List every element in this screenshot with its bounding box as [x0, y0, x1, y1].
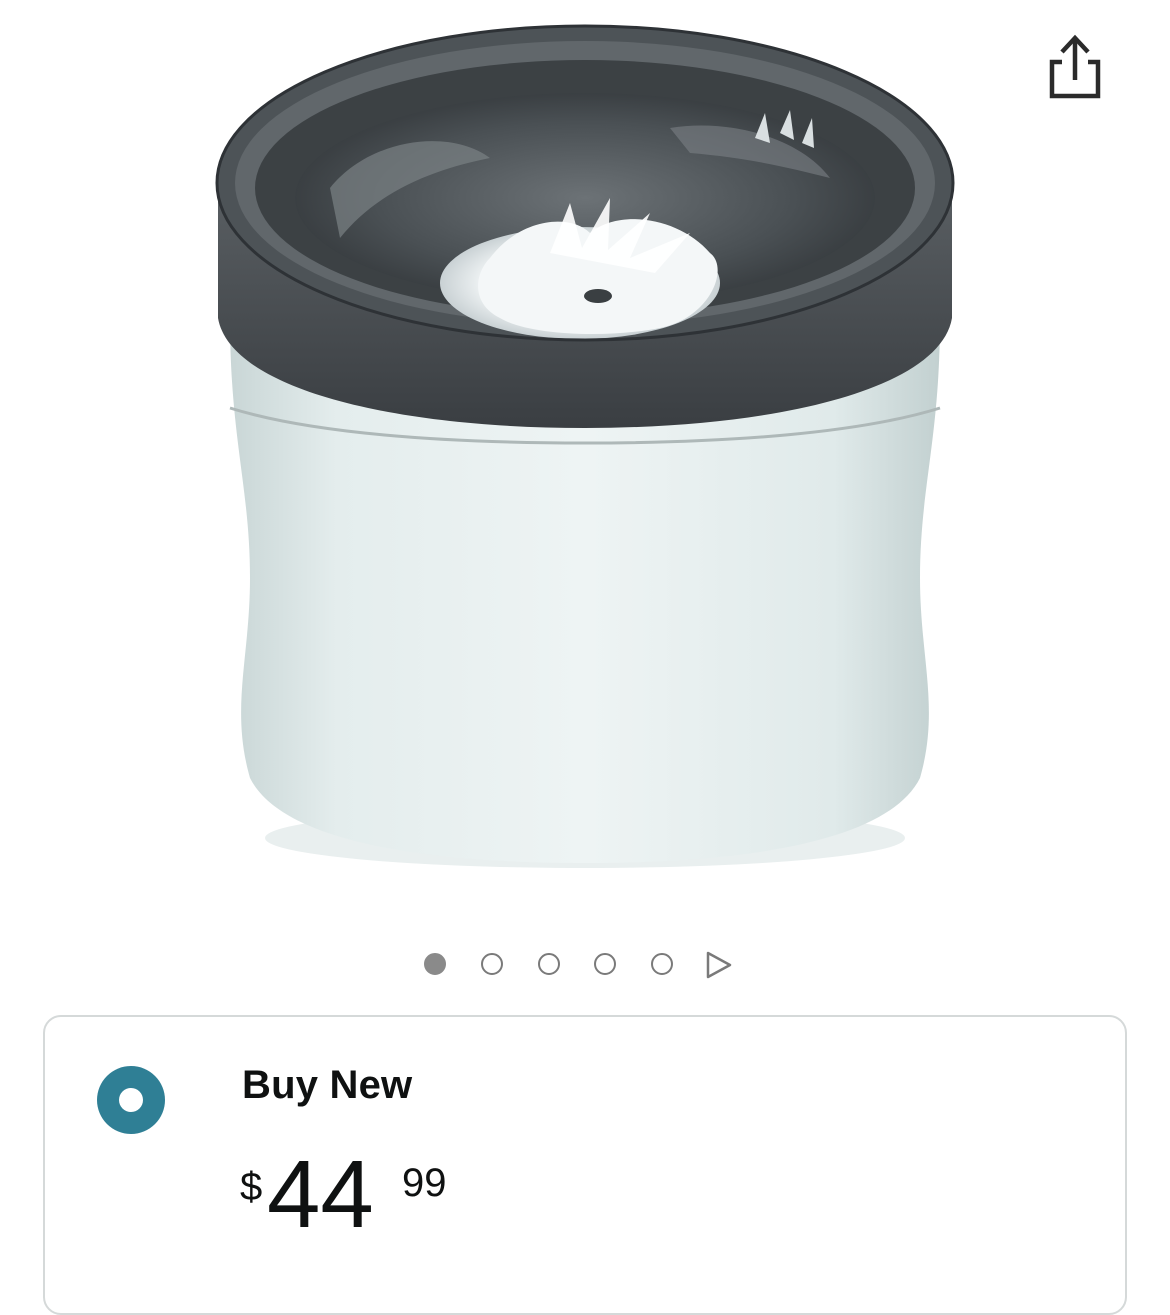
share-button[interactable]: [1040, 28, 1110, 108]
product-image[interactable]: [190, 18, 990, 898]
buy-new-radio-button[interactable]: [97, 1066, 165, 1134]
carousel-dot-5[interactable]: [651, 953, 673, 975]
price-whole: 44: [267, 1141, 374, 1248]
radio-selected-indicator: [119, 1088, 143, 1112]
video-play-button[interactable]: [704, 950, 734, 980]
buy-new-label: Buy New: [242, 1063, 413, 1107]
carousel-dot-1[interactable]: [424, 953, 446, 975]
carousel-dot-4[interactable]: [594, 953, 616, 975]
buy-new-option-card[interactable]: Buy New $ 44 99: [43, 1015, 1127, 1315]
carousel-dot-2[interactable]: [481, 953, 503, 975]
price-fraction: 99: [402, 1161, 447, 1205]
play-triangle-icon: [706, 951, 732, 979]
image-carousel-indicators: [0, 948, 1170, 982]
carousel-dot-3[interactable]: [538, 953, 560, 975]
price-currency-symbol: $: [240, 1165, 263, 1209]
share-icon: [1049, 34, 1101, 99]
